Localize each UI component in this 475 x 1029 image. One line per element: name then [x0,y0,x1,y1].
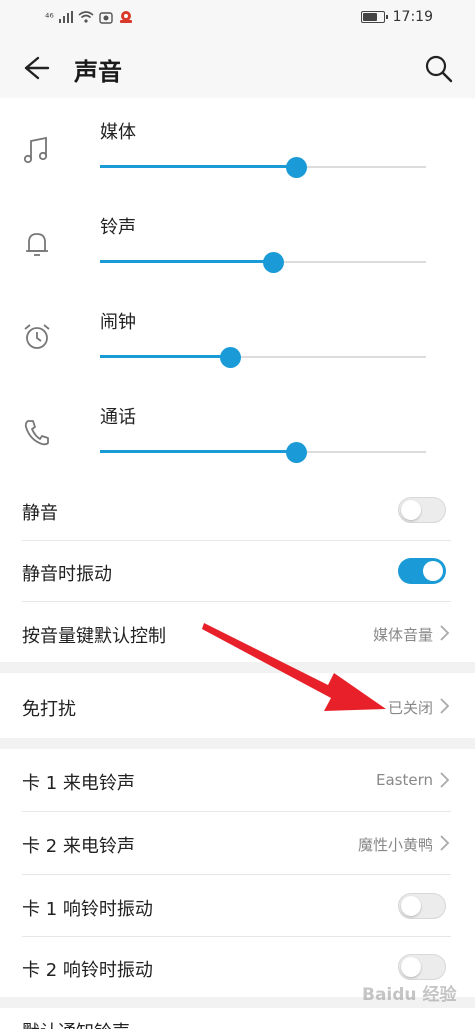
slider-thumb[interactable] [220,347,242,368]
bell-icon [26,233,48,256]
card1-ringtone-label: 卡 1 来电铃声 [22,773,135,794]
search-icon[interactable] [422,52,456,84]
mute-row[interactable]: 静音 [0,480,475,540]
do-not-disturb-row[interactable]: 免打扰 已关闭 [0,673,475,738]
signal-icon [58,11,73,23]
ringtone-volume-slider[interactable] [100,252,426,273]
card2-ringtone-label: 卡 2 来电铃声 [22,836,135,857]
watermark: Baidu 经验 [362,985,457,1005]
default-notification-row[interactable]: 默认通知铃声 [0,1008,475,1029]
slider-thumb[interactable] [285,157,307,178]
mute-label: 静音 [22,503,58,524]
status-icons-left: ⁴⁶ [45,10,134,24]
volume-key-default-value: 媒体音量 [372,626,433,644]
volume-row-call: 通话 [0,383,475,478]
status-icons-right: 17:19 [360,9,433,25]
card2-vibrate-label: 卡 2 响铃时振动 [22,960,153,981]
alarm-clock-icon [24,324,50,349]
slider-thumb[interactable] [285,442,307,463]
music-note-icon [23,136,48,164]
section-gap [0,738,475,749]
volume-label-alarm: 闹钟 [100,312,136,333]
chevron-right-icon [440,835,450,851]
card1-vibrate-row[interactable]: 卡 1 响铃时振动 [0,875,475,936]
card1-ringtone-row[interactable]: 卡 1 来电铃声 Eastern [0,749,475,811]
signal-type: ⁴⁶ [45,10,54,24]
chevron-right-icon [440,625,450,641]
vibrate-on-mute-row[interactable]: 静音时振动 [0,541,475,601]
status-bar: ⁴⁶ 17:19 [0,0,475,38]
volume-label-media: 媒体 [100,122,136,143]
volume-row-media: 媒体 [0,98,475,193]
do-not-disturb-value: 已关闭 [387,699,433,717]
vibrate-on-mute-label: 静音时振动 [22,564,112,585]
card1-vibrate-toggle[interactable] [398,893,446,919]
media-volume-slider[interactable] [100,157,426,178]
app-notification-icon [119,11,132,23]
app-header: 声音 [0,38,475,98]
volume-key-default-row[interactable]: 按音量键默认控制 媒体音量 [0,602,475,662]
volume-label-call: 通话 [100,407,136,428]
card1-vibrate-label: 卡 1 响铃时振动 [22,899,153,920]
section-gap [0,662,475,673]
camera-icon [99,11,113,24]
battery-icon [360,11,388,23]
mute-toggle[interactable] [398,497,446,523]
status-time: 17:19 [392,9,433,25]
card2-ringtone-value: 魔性小黄鸭 [357,836,433,854]
phone-icon [24,420,49,446]
alarm-volume-slider[interactable] [100,347,426,368]
slider-thumb[interactable] [262,252,284,273]
chevron-right-icon [440,772,450,788]
back-arrow-icon[interactable] [18,52,52,84]
card2-vibrate-toggle[interactable] [398,954,446,980]
wifi-icon [78,11,94,23]
do-not-disturb-label: 免打扰 [22,699,76,720]
volume-row-ringtone: 铃声 [0,193,475,288]
default-notification-label: 默认通知铃声 [22,1018,130,1029]
card2-ringtone-row[interactable]: 卡 2 来电铃声 魔性小黄鸭 [0,812,475,874]
vibrate-on-mute-toggle[interactable] [398,558,446,584]
page-title: 声音 [74,58,122,86]
call-volume-slider[interactable] [100,442,426,463]
volume-row-alarm: 闹钟 [0,288,475,383]
volume-label-ringtone: 铃声 [100,217,136,238]
volume-key-default-label: 按音量键默认控制 [22,626,166,647]
chevron-right-icon [440,698,450,714]
card1-ringtone-value: Eastern [375,771,433,789]
